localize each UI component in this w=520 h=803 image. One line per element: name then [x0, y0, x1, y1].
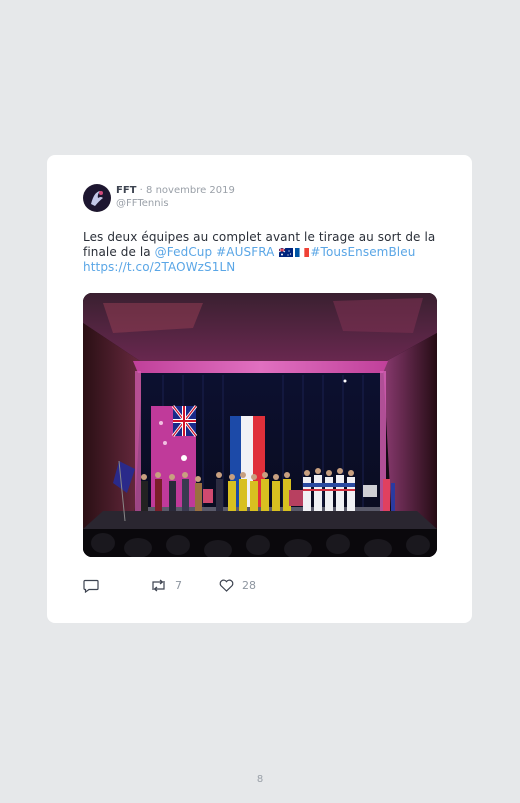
like-button[interactable]: 28: [219, 579, 256, 592]
author-handle[interactable]: @FFTennis: [116, 198, 169, 209]
page-number: 8: [256, 774, 264, 785]
avatar[interactable]: [83, 184, 111, 212]
tweet-text: Les deux équipes au complet avant le tir…: [83, 230, 438, 275]
retweet-button[interactable]: 7: [150, 579, 182, 592]
reply-icon: [83, 579, 99, 593]
like-count: 28: [242, 579, 256, 592]
tweet-card: FFT · 8 novembre 2019 @FFTennis Les deux…: [47, 155, 472, 623]
retweet-count: 7: [175, 579, 182, 592]
tweet-date[interactable]: 8 novembre 2019: [146, 185, 235, 196]
mention-link[interactable]: @FedCup: [155, 245, 213, 259]
australia-flag-icon: [279, 248, 294, 257]
tweet-url-link[interactable]: https://t.co/2TAOWzS1LN: [83, 260, 235, 274]
tweet-header: FFT · 8 novembre 2019: [116, 184, 235, 197]
hashtag-ausfra-link[interactable]: #AUSFRA: [216, 245, 274, 259]
stage-photo-illustration: [83, 293, 437, 557]
france-flag-icon: [295, 248, 310, 257]
retweet-icon: [152, 579, 165, 592]
avatar-logo-icon: [84, 185, 110, 211]
heart-icon: [219, 579, 234, 592]
tweet-actions: 7 28: [83, 579, 443, 597]
hashtag-tousensembleu-link[interactable]: #TousEnsemBleu: [310, 245, 415, 259]
separator-dot: ·: [139, 185, 143, 196]
tweet-photo[interactable]: [83, 293, 437, 557]
reply-button[interactable]: [83, 579, 99, 593]
author-name[interactable]: FFT: [116, 185, 136, 196]
